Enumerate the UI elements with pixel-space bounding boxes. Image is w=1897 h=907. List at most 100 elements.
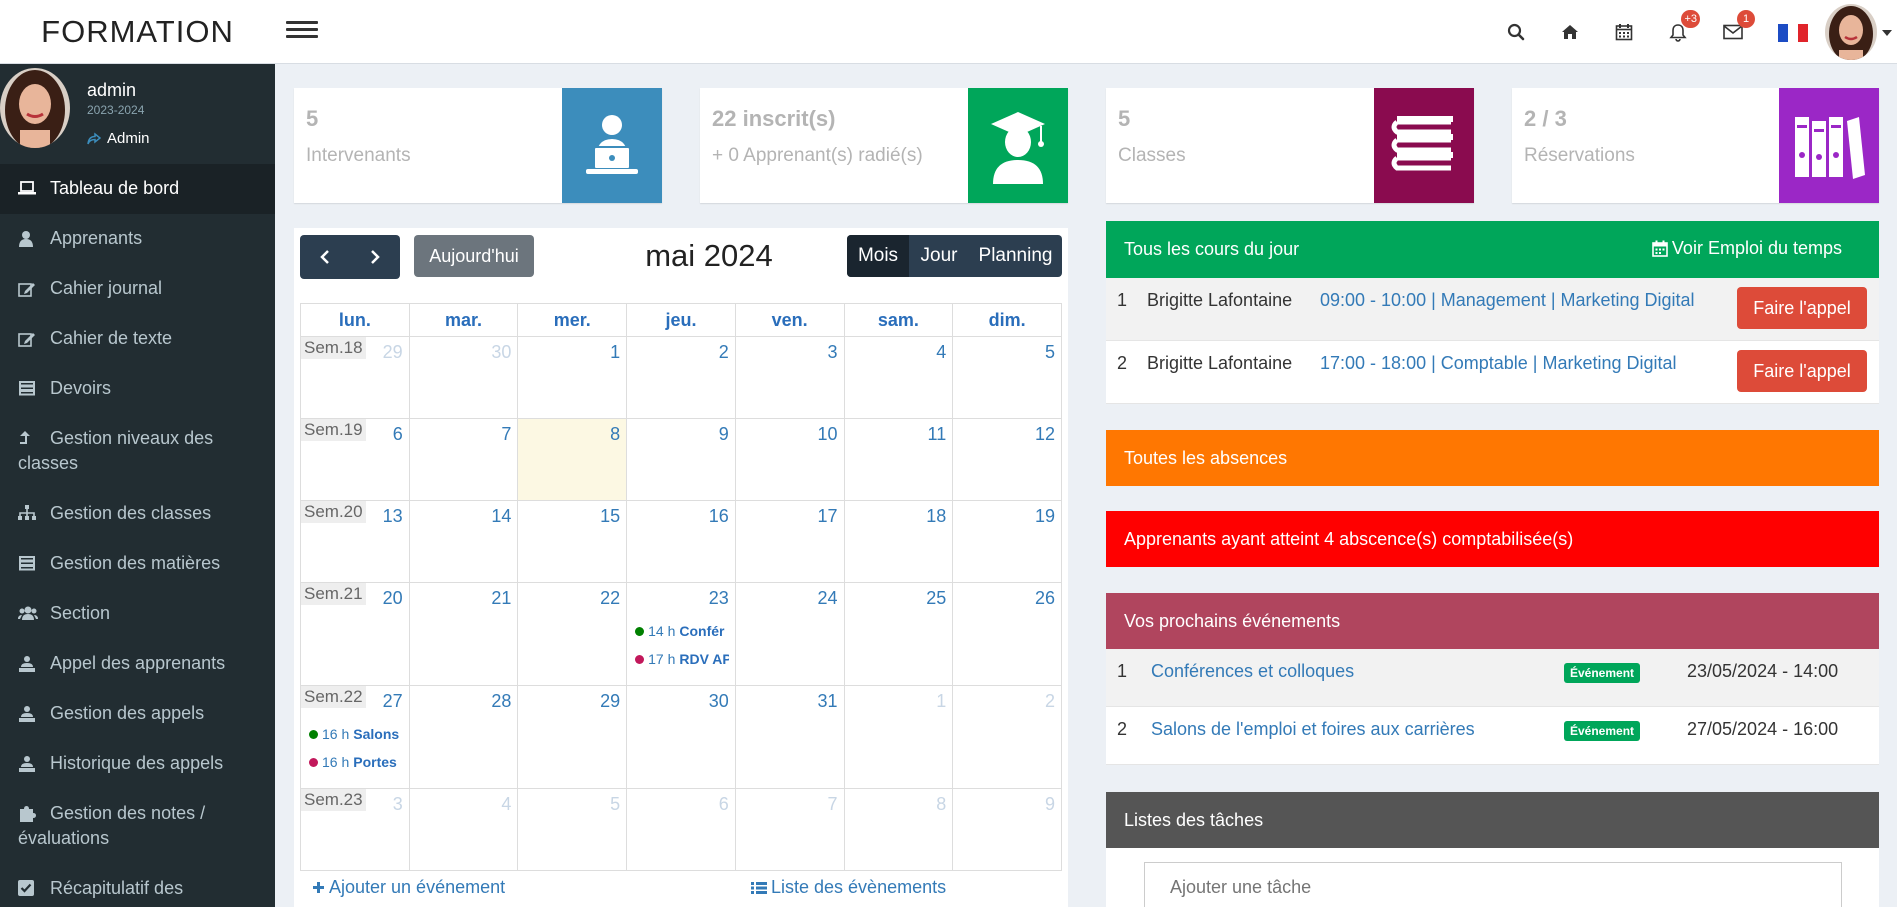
sidebar-item-gestion-niveaux-des-classes[interactable]: Gestion niveaux des classes (0, 414, 275, 489)
sidebar-item-historique-des-appels[interactable]: Historique des appels (0, 739, 275, 789)
sidebar-item-récapitulatif-des[interactable]: Récapitulatif des (0, 864, 275, 907)
day-number[interactable]: 18 (926, 506, 946, 527)
chevron-down-icon[interactable] (1882, 30, 1892, 36)
view-day-button[interactable]: Jour (909, 235, 969, 277)
absence-alerts-header[interactable]: Apprenants ayant atteint 4 abscence(s) c… (1106, 511, 1879, 567)
day-number[interactable]: 5 (610, 794, 620, 815)
calendar-day-cell[interactable]: 4 (408, 788, 519, 871)
day-number[interactable]: 7 (501, 424, 511, 445)
calendar-day-cell[interactable]: 12 (952, 418, 1062, 501)
calendar-day-cell[interactable]: 14 (408, 500, 519, 583)
calendar-event[interactable]: 14 h Confér (635, 623, 729, 639)
day-number[interactable]: 30 (709, 691, 729, 712)
day-number[interactable]: 10 (817, 424, 837, 445)
sidebar-item-cahier-journal[interactable]: Cahier journal (0, 264, 275, 314)
day-number[interactable]: 15 (600, 506, 620, 527)
calendar-day-cell[interactable]: 19 (952, 500, 1062, 583)
calendar-day-cell[interactable]: 1 (843, 685, 954, 789)
day-number[interactable]: 2 (1045, 691, 1055, 712)
event-name-link[interactable]: Salons de l'emploi et foires aux carrièr… (1151, 719, 1475, 740)
calendar-day-cell[interactable]: 6 (626, 788, 736, 871)
day-number[interactable]: 4 (501, 794, 511, 815)
calendar-day-cell[interactable]: 18 (843, 500, 954, 583)
calendar-day-cell[interactable]: 3 Sem.23 (300, 788, 410, 871)
user-avatar[interactable] (1825, 4, 1877, 60)
france-flag-icon[interactable] (1778, 24, 1808, 42)
calendar-day-cell[interactable]: 29 Sem.18 (300, 336, 410, 419)
calendar-day-cell[interactable]: 10 (734, 418, 845, 501)
day-number[interactable]: 3 (393, 794, 403, 815)
calendar-event[interactable]: 16 h Salons (309, 726, 403, 742)
calendar-day-cell[interactable]: 2 (626, 336, 736, 419)
course-details[interactable]: 09:00 - 10:00 | Management | Marketing D… (1320, 290, 1695, 311)
event-list-link[interactable]: Liste des évènements (751, 877, 946, 898)
calendar-day-cell[interactable]: 6 Sem.19 (300, 418, 410, 501)
calendar-day-cell[interactable]: 27 Sem.22 16 h Salons 16 h Portes (300, 685, 410, 789)
home-icon[interactable] (1558, 20, 1582, 44)
day-number[interactable]: 19 (1035, 506, 1055, 527)
day-number[interactable]: 27 (383, 691, 403, 712)
course-details[interactable]: 17:00 - 18:00 | Comptable | Marketing Di… (1320, 353, 1677, 374)
day-number[interactable]: 7 (828, 794, 838, 815)
add-event-link[interactable]: Ajouter un événement (312, 877, 505, 898)
stat-classes[interactable]: 5 Classes (1106, 88, 1474, 203)
day-number[interactable]: 11 (928, 424, 947, 445)
add-task-input[interactable] (1144, 862, 1842, 907)
day-number[interactable]: 21 (491, 588, 511, 609)
calendar-day-cell[interactable]: 7 (408, 418, 519, 501)
calendar-day-cell[interactable]: 21 (408, 582, 519, 686)
calendar-day-cell[interactable]: 23 14 h Confér 17 h RDV AP (626, 582, 736, 686)
calendar-day-cell[interactable]: 15 (517, 500, 628, 583)
calendar-day-cell[interactable]: 9 (626, 418, 736, 501)
calendar-day-cell[interactable]: 30 (408, 336, 519, 419)
sidebar-item-cahier-de-texte[interactable]: Cahier de texte (0, 314, 275, 364)
sidebar-toggle-button[interactable] (286, 18, 318, 46)
today-button[interactable]: Aujourd'hui (414, 235, 534, 277)
calendar-day-cell[interactable]: 3 (734, 336, 845, 419)
absences-panel[interactable]: Toutes les absences (1106, 430, 1879, 486)
calendar-day-cell[interactable]: 4 (843, 336, 954, 419)
day-number[interactable]: 23 (709, 588, 729, 609)
prev-month-button[interactable] (300, 235, 350, 279)
calendar-icon[interactable] (1612, 20, 1636, 44)
sidebar-item-gestion-des-appels[interactable]: Gestion des appels (0, 689, 275, 739)
timetable-link[interactable]: Voir Emploi du temps (1652, 238, 1842, 259)
day-number[interactable]: 6 (393, 424, 403, 445)
day-number[interactable]: 20 (383, 588, 403, 609)
day-number[interactable]: 9 (719, 424, 729, 445)
bell-icon[interactable]: +3 (1666, 10, 1700, 44)
day-number[interactable]: 8 (610, 424, 620, 445)
week-number[interactable]: Sem.23 (301, 789, 366, 811)
day-number[interactable]: 9 (1045, 794, 1055, 815)
day-number[interactable]: 17 (817, 506, 837, 527)
sidebar-item-section[interactable]: Section (0, 589, 275, 639)
calendar-day-cell[interactable]: 26 (952, 582, 1062, 686)
view-month-button[interactable]: Mois (847, 235, 909, 277)
absence-alerts-panel[interactable]: Apprenants ayant atteint 4 abscence(s) c… (1106, 511, 1879, 567)
day-number[interactable]: 16 (709, 506, 729, 527)
calendar-day-cell[interactable]: 25 (843, 582, 954, 686)
calendar-day-cell[interactable]: 20 Sem.21 (300, 582, 410, 686)
stat-reservations[interactable]: 2 / 3 Réservations (1512, 88, 1879, 203)
calendar-day-cell[interactable]: 22 (517, 582, 628, 686)
day-number[interactable]: 5 (1045, 342, 1055, 363)
day-number[interactable]: 6 (719, 794, 729, 815)
day-number[interactable]: 29 (600, 691, 620, 712)
day-number[interactable]: 25 (926, 588, 946, 609)
calendar-day-cell[interactable]: 16 (626, 500, 736, 583)
calendar-day-cell[interactable]: 24 (734, 582, 845, 686)
call-roll-button[interactable]: Faire l'appel (1737, 287, 1867, 329)
day-number[interactable]: 2 (719, 342, 729, 363)
calendar-day-cell[interactable]: 8 (517, 418, 628, 501)
sidebar-item-devoirs[interactable]: Devoirs (0, 364, 275, 414)
calendar-day-cell[interactable]: 5 (517, 788, 628, 871)
sidebar-item-gestion-des-notes-évaluations[interactable]: Gestion des notes / évaluations (0, 789, 275, 864)
day-number[interactable]: 8 (936, 794, 946, 815)
calendar-day-cell[interactable]: 2 (952, 685, 1062, 789)
week-number[interactable]: Sem.21 (301, 583, 366, 605)
sidebar-item-tableau-de-bord[interactable]: Tableau de bord (0, 164, 275, 214)
calendar-day-cell[interactable]: 7 (734, 788, 845, 871)
day-number[interactable]: 29 (383, 342, 403, 363)
day-number[interactable]: 24 (817, 588, 837, 609)
day-number[interactable]: 12 (1035, 424, 1055, 445)
